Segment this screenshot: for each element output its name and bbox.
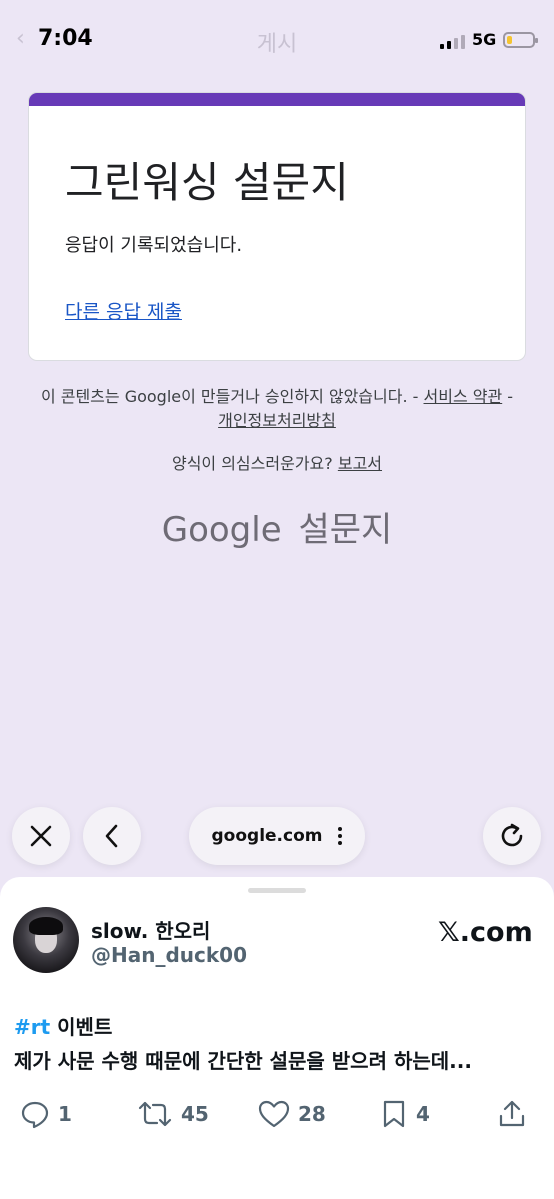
disclaimer-separator: - <box>502 387 514 406</box>
close-button[interactable] <box>12 807 70 865</box>
sheet-grabber[interactable] <box>248 888 306 893</box>
status-time: 7:04 <box>38 26 93 51</box>
retweet-count: 45 <box>181 1102 209 1126</box>
network-type: 5G <box>472 30 497 49</box>
avatar[interactable] <box>13 907 79 973</box>
more-icon[interactable] <box>338 827 343 845</box>
form-title: 그린워싱 설문지 <box>65 158 349 207</box>
reply-button[interactable]: 1 <box>20 1099 72 1129</box>
disclaimer-text: 이 콘텐츠는 Google이 만들거나 승인하지 않았습니다. - <box>40 387 424 406</box>
url-bar[interactable]: google.com <box>189 807 365 865</box>
report-question: 양식이 의심스러운가요? <box>171 454 338 473</box>
google-forms-logo: Google 설문지 <box>0 502 554 551</box>
bookmark-count: 4 <box>416 1102 430 1126</box>
form-confirmation-card: 그린워싱 설문지 응답이 기록되었습니다. 다른 응답 제출 <box>28 92 526 361</box>
tweet-sheet: slow. 한오리 @Han_duck00 𝕏.com #rt 이벤트 제가 사… <box>0 877 554 1199</box>
url-text: google.com <box>211 826 323 846</box>
status-bar: ‹ 게시 7:04 5G <box>0 0 554 80</box>
tweet-handle[interactable]: @Han_duck00 <box>91 943 247 967</box>
x-logo-source[interactable]: 𝕏.com <box>438 917 533 948</box>
reply-count: 1 <box>58 1102 72 1126</box>
bookmark-icon <box>383 1100 405 1128</box>
retweet-button[interactable]: 45 <box>137 1099 209 1129</box>
logo-google-text: Google <box>161 510 282 550</box>
retweet-icon <box>138 1101 172 1127</box>
bookmark-button[interactable]: 4 <box>380 1099 430 1129</box>
form-accent-bar <box>29 93 525 106</box>
like-button[interactable]: 28 <box>258 1099 326 1129</box>
like-count: 28 <box>298 1102 326 1126</box>
reload-icon <box>501 823 523 847</box>
back-icon <box>105 824 118 848</box>
report-link[interactable]: 보고서 <box>338 454 382 473</box>
back-button[interactable] <box>83 807 141 865</box>
tweet-text-line1: #rt 이벤트 <box>14 1011 112 1040</box>
tweet-text-line1-rest: 이벤트 <box>50 1015 113 1039</box>
response-recorded-message: 응답이 기록되었습니다. <box>65 235 243 256</box>
reload-button[interactable] <box>483 807 541 865</box>
privacy-policy-link[interactable]: 개인정보처리방침 <box>218 411 336 430</box>
share-icon <box>499 1100 525 1127</box>
signal-strength-icon <box>440 35 465 49</box>
battery-level <box>507 36 512 44</box>
battery-icon <box>503 32 538 48</box>
hashtag-link[interactable]: #rt <box>14 1015 50 1039</box>
terms-of-service-link[interactable]: 서비스 약관 <box>424 387 503 406</box>
tweet-text-line2: 제가 사문 수행 때문에 간단한 설문을 받으려 하는데... <box>14 1049 472 1073</box>
reply-icon <box>21 1101 49 1129</box>
submit-another-response-link[interactable]: 다른 응답 제출 <box>65 297 182 324</box>
share-button[interactable] <box>497 1099 527 1129</box>
tweet-display-name[interactable]: slow. 한오리 <box>91 915 210 944</box>
heart-icon <box>258 1100 290 1128</box>
logo-product-text: 설문지 <box>298 510 393 550</box>
report-abuse: 양식이 의심스러운가요? 보고서 <box>0 450 554 474</box>
content-disclaimer: 이 콘텐츠는 Google이 만들거나 승인하지 않았습니다. - 서비스 약관… <box>40 385 514 433</box>
close-icon <box>30 825 52 847</box>
